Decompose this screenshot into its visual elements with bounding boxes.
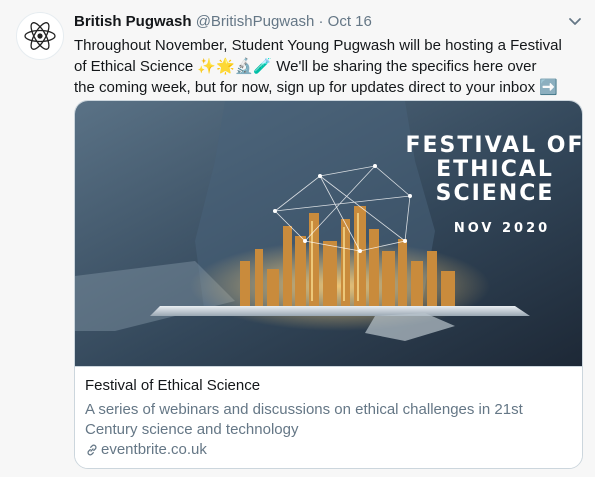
tweet-line-2-rest: We'll be sharing the specifics here over	[272, 58, 537, 75]
arrow-right-icon: ➡️	[539, 79, 558, 96]
author-handle[interactable]: @BritishPugwash	[196, 13, 315, 30]
tweet-line-2-text: of Ethical Science	[74, 58, 194, 75]
atom-logo-icon	[24, 22, 56, 50]
card-body[interactable]: Festival of Ethical Science A series of …	[75, 366, 582, 468]
card-domain-text: eventbrite.co.uk	[101, 441, 207, 458]
image-date: NOV 2020	[454, 221, 550, 236]
card-image[interactable]: FESTIVAL OF ETHICAL SCIENCE NOV 2020	[75, 101, 582, 366]
avatar[interactable]	[16, 12, 64, 60]
card-domain[interactable]: eventbrite.co.uk	[85, 440, 207, 460]
tweet[interactable]: British Pugwash @BritishPugwash · Oct 16…	[0, 0, 595, 477]
sparkles-icon: ✨🌟🔬🧪	[197, 58, 273, 75]
separator: ·	[318, 13, 324, 30]
chevron-down-icon[interactable]	[566, 12, 584, 30]
tweet-line-2: of Ethical Science ✨🌟🔬🧪 We'll be sharing…	[74, 56, 584, 77]
tweet-text: Throughout November, Student Young Pugwa…	[74, 35, 584, 98]
tweet-date[interactable]: Oct 16	[328, 13, 372, 30]
card-title[interactable]: Festival of Ethical Science	[85, 376, 260, 396]
image-title-line-1: FESTIVAL OF	[405, 133, 582, 158]
card-description: A series of webinars and discussions on …	[85, 401, 523, 438]
image-title-line-2: ETHICAL	[436, 157, 554, 182]
tweet-line-1: Throughout November, Student Young Pugwa…	[74, 37, 562, 54]
tweet-line-3: the coming week, but for now, sign up fo…	[74, 77, 584, 98]
tweet-header: British Pugwash @BritishPugwash · Oct 16	[74, 12, 372, 32]
author-name[interactable]: British Pugwash	[74, 13, 192, 30]
link-icon	[87, 444, 97, 456]
link-card[interactable]: FESTIVAL OF ETHICAL SCIENCE NOV 2020 Fes…	[74, 100, 583, 469]
tweet-line-3-text: the coming week, but for now, sign up fo…	[74, 79, 536, 96]
image-title-line-3: SCIENCE	[436, 181, 555, 206]
